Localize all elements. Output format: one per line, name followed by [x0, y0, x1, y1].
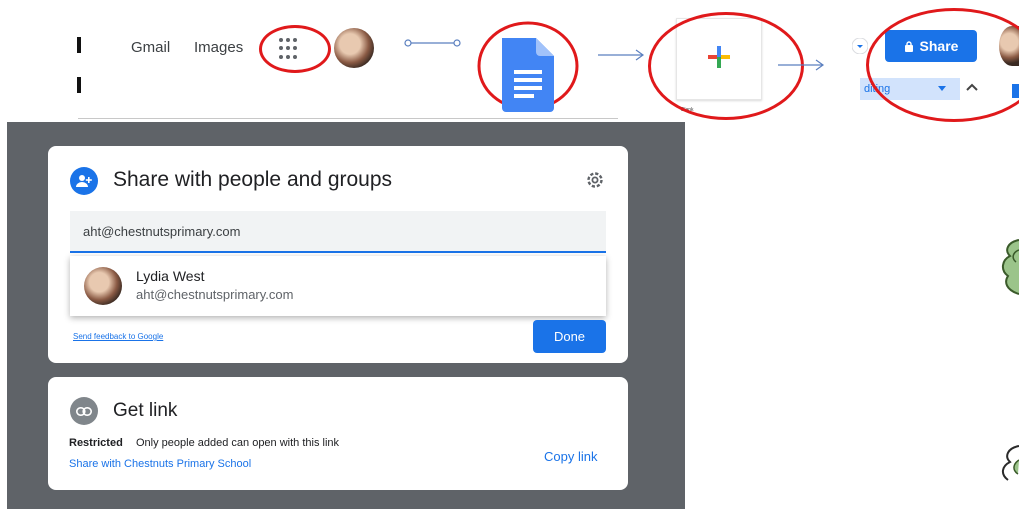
- divider-mark-top: [77, 37, 81, 53]
- images-link[interactable]: Images: [194, 39, 243, 56]
- annotation-circle-apps: [259, 25, 331, 73]
- get-link-title: Get link: [113, 400, 178, 421]
- share-with-organization-link[interactable]: Share with Chestnuts Primary School: [69, 458, 251, 470]
- add-people-input[interactable]: aht@chestnutsprimary.com: [70, 211, 606, 253]
- share-dialog-title: Share with people and groups: [113, 168, 393, 191]
- restricted-description: Only people added can open with this lin…: [136, 437, 340, 449]
- get-link-dialog: [48, 377, 628, 490]
- contact-email: aht@chestnutsprimary.com: [136, 287, 294, 302]
- divider: [78, 118, 618, 119]
- contact-suggestion[interactable]: Lydia West aht@chestnutsprimary.com: [70, 256, 606, 316]
- google-docs-icon[interactable]: [476, 20, 580, 112]
- leaf-decoration-icon: [1002, 445, 1019, 481]
- contact-avatar: [84, 267, 122, 305]
- done-button[interactable]: Done: [533, 320, 606, 353]
- restricted-label: Restricted: [69, 437, 123, 449]
- leaf-decoration-icon: [1002, 239, 1019, 295]
- link-icon: [70, 397, 98, 425]
- gmail-link[interactable]: Gmail: [131, 39, 170, 56]
- account-avatar[interactable]: [334, 28, 374, 68]
- gear-icon[interactable]: [585, 170, 605, 190]
- divider-mark-bottom: [77, 77, 81, 93]
- chevron-down-icon[interactable]: [852, 38, 868, 54]
- contact-name: Lydia West: [136, 268, 205, 284]
- copy-link-button[interactable]: Copy link: [544, 449, 597, 464]
- done-button-label: Done: [553, 329, 586, 344]
- arrow-icon: [598, 49, 645, 61]
- add-person-icon: [70, 167, 98, 195]
- send-feedback-link[interactable]: Send feedback to Google: [73, 332, 163, 341]
- arrow-icon: [404, 39, 461, 47]
- arrow-icon: [778, 59, 825, 71]
